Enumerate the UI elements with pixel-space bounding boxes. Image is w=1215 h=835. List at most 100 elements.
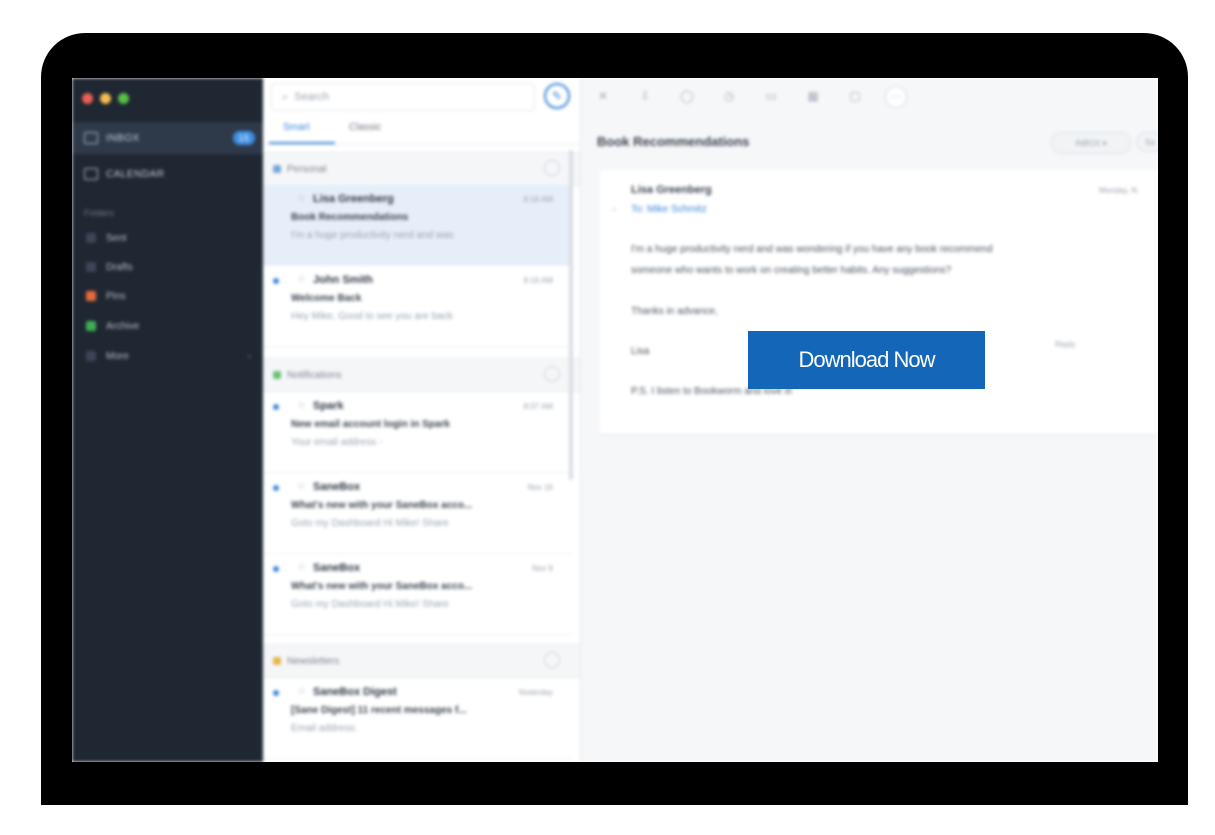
- email-time: 8:07 AM: [523, 402, 553, 411]
- sidebar-item-sent[interactable]: Sent: [72, 224, 263, 252]
- sidebar-item-inbox[interactable]: INBOX 15: [72, 122, 263, 154]
- more-icon[interactable]: ···: [885, 86, 907, 108]
- sidebar-item-more[interactable]: More ›: [72, 342, 263, 370]
- calendar-icon: [84, 168, 98, 180]
- message-recipient[interactable]: To: Mike Schmitz: [631, 204, 707, 215]
- mail-list: ⌕ Search ✎ Smart Classic Personal ☆ Lisa…: [263, 78, 581, 762]
- sidebar-item-pins[interactable]: Pins: [72, 282, 263, 310]
- email-subject: What's new with your SaneBox acco...: [291, 581, 473, 592]
- message-body-line: Lisa: [631, 346, 650, 357]
- email-preview: Goto my Dashboard Hi Mike! Share: [291, 599, 449, 610]
- drafts-icon: [86, 262, 96, 272]
- email-sender: SaneBox: [313, 481, 361, 493]
- archive-icon[interactable]: ▭: [759, 86, 783, 106]
- mark-read-button[interactable]: [544, 366, 560, 382]
- search-placeholder: Search: [294, 91, 330, 103]
- email-time: Nov 16: [527, 483, 553, 492]
- snooze-icon[interactable]: ◷: [717, 86, 741, 106]
- email-subject: Book Recommendations: [291, 212, 409, 223]
- unread-badge: 15: [233, 131, 255, 145]
- email-time: 8:16 AM: [523, 276, 553, 285]
- blurred-app: INBOX 15 CALENDAR Folders Sent Drafts Pi…: [72, 78, 1158, 762]
- star-icon[interactable]: ☆: [297, 686, 306, 697]
- unread-dot: [273, 485, 279, 491]
- tab-classic[interactable]: Classic: [349, 122, 381, 133]
- email-preview: I'm a huge productivity nerd and was: [291, 230, 454, 241]
- sidebar-item-drafts[interactable]: Drafts: [72, 253, 263, 281]
- list-item[interactable]: ☆ SaneBox Nov 16 What's new with your Sa…: [263, 473, 573, 554]
- person-icon: [273, 165, 281, 173]
- star-icon[interactable]: ☆: [297, 562, 306, 573]
- email-time: Yesterday: [517, 688, 553, 697]
- newsletter-icon: [273, 657, 281, 665]
- list-item[interactable]: ☆ John Smith 8:16 AM Welcome Back Hey Mi…: [263, 266, 573, 347]
- email-subject: [Sane Digest] 11 recent messages f...: [291, 705, 467, 716]
- email-preview: Goto my Dashboard Hi Mike! Share: [291, 518, 449, 529]
- sidebar-item-label: More: [106, 350, 129, 362]
- secondary-tag[interactable]: Sa: [1136, 132, 1158, 152]
- message-body-line: Thanks in advance,: [631, 306, 718, 317]
- list-item[interactable]: ☆ Lisa Greenberg 8:16 AM Book Recommenda…: [263, 185, 573, 266]
- email-subject: New email account login in Spark: [291, 419, 450, 430]
- sidebar-item-label: INBOX: [106, 132, 140, 144]
- inbox-icon: [84, 132, 98, 144]
- group-personal[interactable]: Personal: [263, 152, 580, 186]
- sidebar-item-label: Sent: [106, 232, 127, 244]
- group-label: Newsletters: [287, 655, 340, 667]
- group-newsletters[interactable]: Newsletters: [263, 644, 580, 678]
- list-item[interactable]: ☆ Spark 8:07 AM New email account login …: [263, 392, 573, 473]
- list-item[interactable]: ☆ SaneBox Nov 9 What's new with your San…: [263, 554, 573, 635]
- done-icon[interactable]: ◯: [675, 86, 699, 106]
- unread-dot: [273, 278, 279, 284]
- trash-icon[interactable]: ▦: [801, 86, 825, 106]
- pin-icon[interactable]: ⇩: [633, 86, 657, 106]
- mark-read-button[interactable]: [544, 652, 560, 668]
- reading-pane: ✕ ⇩ ◯ ◷ ▭ ▦ ▢ ··· Book Recommendations I…: [581, 78, 1158, 762]
- pin-icon: [86, 291, 96, 301]
- list-item[interactable]: ☆ SaneBox Digest Yesterday [Sane Digest]…: [263, 678, 573, 759]
- sidebar-item-archive[interactable]: Archive: [72, 312, 263, 340]
- tab-smart[interactable]: Smart: [283, 122, 310, 133]
- email-subject: What's new with your SaneBox acco...: [291, 500, 473, 511]
- folder-tag[interactable]: INBOX ▾: [1051, 132, 1131, 154]
- sidebar-item-calendar[interactable]: CALENDAR: [72, 158, 263, 190]
- window-controls: [82, 93, 129, 104]
- zoom-dot[interactable]: [118, 93, 129, 104]
- scrollbar[interactable]: [569, 150, 573, 480]
- close-icon[interactable]: ✕: [591, 86, 615, 106]
- bell-icon: [273, 371, 281, 379]
- email-preview: Email address:: [291, 723, 358, 734]
- email-sender: SaneBox Digest: [313, 686, 397, 698]
- search-input[interactable]: ⌕ Search: [271, 83, 535, 111]
- email-sender: SaneBox: [313, 562, 361, 574]
- sidebar-item-label: Pins: [106, 290, 126, 302]
- message-title: Book Recommendations: [597, 134, 750, 149]
- message-card: Lisa Greenberg Monday, N › To: Mike Schm…: [599, 170, 1158, 434]
- unread-dot: [273, 690, 279, 696]
- star-icon[interactable]: ☆: [297, 193, 306, 204]
- sidebar-item-label: Drafts: [106, 261, 133, 273]
- archive-icon: [86, 321, 96, 331]
- expand-icon[interactable]: ›: [613, 205, 616, 214]
- reply-hint[interactable]: Reply: [1055, 340, 1075, 349]
- star-icon[interactable]: ☆: [297, 274, 306, 285]
- star-icon[interactable]: ☆: [297, 481, 306, 492]
- sent-icon: [86, 233, 96, 243]
- unread-dot: [273, 566, 279, 572]
- mark-read-button[interactable]: [544, 160, 560, 176]
- folders-heading: Folders: [84, 208, 115, 218]
- move-icon[interactable]: ▢: [843, 86, 867, 106]
- star-icon[interactable]: ☆: [297, 400, 306, 411]
- sidebar-item-label: CALENDAR: [106, 168, 165, 180]
- email-preview: Your email address -: [291, 437, 383, 448]
- active-tab-indicator: [269, 142, 335, 144]
- minimize-dot[interactable]: [100, 93, 111, 104]
- compose-button[interactable]: ✎: [544, 83, 570, 109]
- message-sender: Lisa Greenberg: [631, 184, 712, 196]
- download-now-button[interactable]: Download Now: [748, 331, 985, 389]
- search-icon: ⌕: [282, 90, 289, 103]
- unread-dot: [273, 404, 279, 410]
- close-dot[interactable]: [82, 93, 93, 104]
- group-notifications[interactable]: Notifications: [263, 358, 580, 392]
- group-label: Notifications: [287, 369, 342, 381]
